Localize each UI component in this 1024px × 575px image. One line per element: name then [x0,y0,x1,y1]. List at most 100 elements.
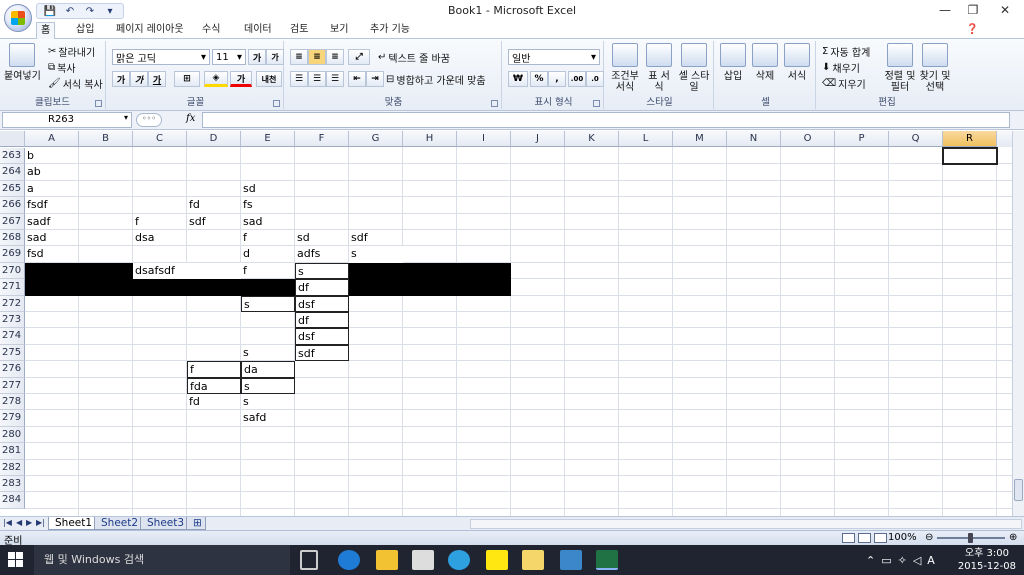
cell-E270[interactable]: f [241,263,295,279]
zoom-slider-handle[interactable] [968,533,973,543]
percent-button[interactable]: % [530,71,548,87]
column-header-A[interactable]: A [25,131,79,147]
cell-E279[interactable]: safd [241,410,295,426]
select-all-corner[interactable] [0,131,25,147]
clipboard-launcher-icon[interactable] [95,100,102,107]
new-sheet-icon[interactable]: ⊞ [186,517,206,530]
cell-E265[interactable]: sd [241,181,295,197]
row-header-272[interactable]: 272 [0,295,25,312]
insert-cells-button[interactable]: 삽입 [720,43,746,82]
cell-A263[interactable]: b [25,148,79,164]
row-header-275[interactable]: 275 [0,344,25,362]
cell-E275[interactable]: s [241,345,295,361]
cell-C268[interactable]: dsa [133,230,187,246]
sheet-tab-2[interactable]: Sheet2 [94,517,146,530]
row-header-268[interactable]: 268 [0,230,25,247]
column-header-E[interactable]: E [241,131,295,147]
horizontal-scrollbar[interactable] [470,519,1022,529]
column-header-P[interactable]: P [835,131,889,147]
folder-icon[interactable] [522,550,544,570]
cell-A268[interactable]: sad [25,230,79,246]
row-header-269[interactable]: 269 [0,246,25,263]
column-header-I[interactable]: I [457,131,511,147]
alignment-launcher-icon[interactable] [491,100,498,107]
tab-insert[interactable]: 삽입 [72,22,98,39]
cell-A267[interactable]: sadf [25,214,79,230]
help-icon[interactable]: ❓ [962,22,982,39]
tab-addins[interactable]: 추가 기능 [366,22,414,39]
column-header-D[interactable]: D [187,131,241,147]
row-header-280[interactable]: 280 [0,426,25,444]
row-header-281[interactable]: 281 [0,443,25,460]
cell-G269[interactable]: s [349,246,403,262]
cell-D266[interactable]: fd [187,197,241,213]
restore-button[interactable]: ❐ [958,0,988,20]
row-header-267[interactable]: 267 [0,213,25,230]
tab-data[interactable]: 데이터 [240,22,276,39]
column-header-B[interactable]: B [79,131,133,147]
number-launcher-icon[interactable] [593,100,600,107]
row-header-278[interactable]: 278 [0,394,25,411]
tab-formulas[interactable]: 수식 [198,22,224,39]
cell-A265[interactable]: a [25,181,79,197]
office-button[interactable] [4,4,32,32]
paste-button[interactable]: 붙여넣기 [4,43,41,82]
font-color-button[interactable]: 가 [230,71,252,87]
clear-button[interactable]: ⌫ 지우기 [822,76,866,91]
cell-A266[interactable]: fsdf [25,197,79,213]
store-icon[interactable] [412,550,434,570]
cell-styles-button[interactable]: 셀 스타일 [676,43,712,93]
row-header-266[interactable]: 266 [0,197,25,214]
cell-E278[interactable]: s [241,394,295,410]
row-header-273[interactable]: 273 [0,312,25,329]
column-header-G[interactable]: G [349,131,403,147]
shrink-font-button[interactable]: 가 [266,49,284,65]
column-header-Q[interactable]: Q [889,131,943,147]
excel-taskbar-icon[interactable] [596,550,618,570]
number-format-select[interactable]: 일반 ▾ [508,49,600,65]
row-header-274[interactable]: 274 [0,328,25,345]
row-header-265[interactable]: 265 [0,180,25,198]
row-header-270[interactable]: 270 [0,262,25,280]
cell-D278[interactable]: fd [187,394,241,410]
tab-home[interactable]: 홈 [36,22,56,39]
tab-page-layout[interactable]: 페이지 레이아웃 [112,22,188,39]
file-explorer-icon[interactable] [376,550,398,570]
system-tray[interactable]: ⌃▭✧◁A [866,554,941,567]
cell-E266[interactable]: fs [241,197,295,213]
underline-button[interactable]: 가 [148,71,166,87]
cell-E277[interactable]: s [241,377,295,394]
column-header-J[interactable]: J [511,131,565,147]
scroll-thumb[interactable] [1014,479,1023,501]
close-button[interactable]: ✕ [990,0,1020,20]
cell-F268[interactable]: sd [295,230,349,246]
column-header-K[interactable]: K [565,131,619,147]
column-header-F[interactable]: F [295,131,349,147]
next-sheet-icon[interactable]: ▶ [26,518,32,527]
italic-button[interactable]: 가 [130,71,148,87]
tab-review[interactable]: 검토 [286,22,312,39]
fill-color-button[interactable]: ◈ [204,71,228,87]
increase-indent-icon[interactable]: ⇥ [366,71,384,87]
cell-E276[interactable]: da [241,361,295,378]
font-launcher-icon[interactable] [273,100,280,107]
taskbar-search[interactable]: 웹 및 Windows 검색 [34,545,290,575]
app-icon[interactable] [560,550,582,570]
cell-F270[interactable]: s [295,262,349,280]
edge-browser-icon[interactable] [338,550,360,570]
cell-F269[interactable]: adfs [295,246,349,262]
page-break-view-icon[interactable] [874,533,887,543]
formula-tools-icon[interactable]: ◦◦◦ [136,113,162,127]
cell-A269[interactable]: fsd [25,246,79,262]
find-select-button[interactable]: 찾기 및 선택 [918,43,952,93]
row-header-271[interactable]: 271 [0,279,25,296]
cell-E267[interactable]: sad [241,214,295,230]
first-sheet-icon[interactable]: |◀ [3,518,12,527]
cell-G268[interactable]: sdf [349,230,403,246]
formula-input[interactable] [202,112,1010,128]
fill-button[interactable]: ⬇ 채우기 [822,60,860,75]
sort-filter-button[interactable]: 정렬 및 필터 [884,43,916,93]
cell-E268[interactable]: f [241,230,295,246]
cell-D267[interactable]: sdf [187,214,241,230]
cell-F273[interactable]: df [295,312,349,329]
